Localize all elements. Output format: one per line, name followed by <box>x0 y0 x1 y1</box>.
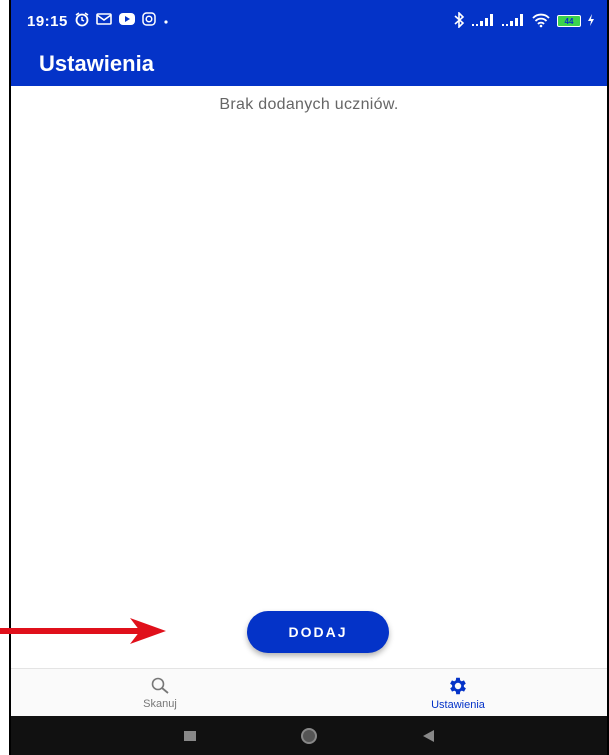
nav-item-label: Ustawienia <box>431 698 485 711</box>
nav-item-ustawienia[interactable]: Ustawienia <box>309 669 607 716</box>
back-icon[interactable] <box>423 729 435 742</box>
system-navigation-bar <box>11 716 607 755</box>
nav-item-skanuj[interactable]: Skanuj <box>11 669 309 716</box>
instagram-icon <box>142 12 156 30</box>
home-icon[interactable] <box>301 727 318 744</box>
nav-item-label: Skanuj <box>143 697 177 710</box>
status-bar-left: 19:15 <box>27 11 170 31</box>
mail-icon <box>96 12 112 30</box>
alarm-icon <box>74 11 90 31</box>
status-time: 19:15 <box>27 12 68 30</box>
page-title: Ustawienia <box>39 51 154 76</box>
status-bar: 19:15 44 <box>11 0 607 42</box>
phone-screen: 19:15 44 Ustawienia Brak dodanych ucznió… <box>9 0 609 755</box>
video-icon <box>118 12 136 30</box>
settings-content: Brak dodanych uczniów. DODAJ <box>11 86 607 666</box>
status-bar-right: 44 <box>453 10 595 31</box>
notification-dot-icon <box>162 13 170 30</box>
wifi-icon <box>531 12 551 31</box>
search-icon <box>151 677 169 694</box>
recent-apps-icon[interactable] <box>183 730 196 741</box>
bottom-navigation: Skanuj Ustawienia <box>11 668 607 716</box>
empty-students-message: Brak dodanych uczniów. <box>219 96 399 113</box>
add-student-button[interactable]: DODAJ <box>247 611 389 653</box>
bluetooth-icon <box>453 10 465 31</box>
gear-icon <box>450 677 466 694</box>
signal-icon-2 <box>501 13 525 30</box>
charging-icon <box>587 13 595 30</box>
app-bar: Ustawienia <box>11 42 607 86</box>
battery-icon: 44 <box>557 15 581 27</box>
signal-icon <box>471 13 495 30</box>
